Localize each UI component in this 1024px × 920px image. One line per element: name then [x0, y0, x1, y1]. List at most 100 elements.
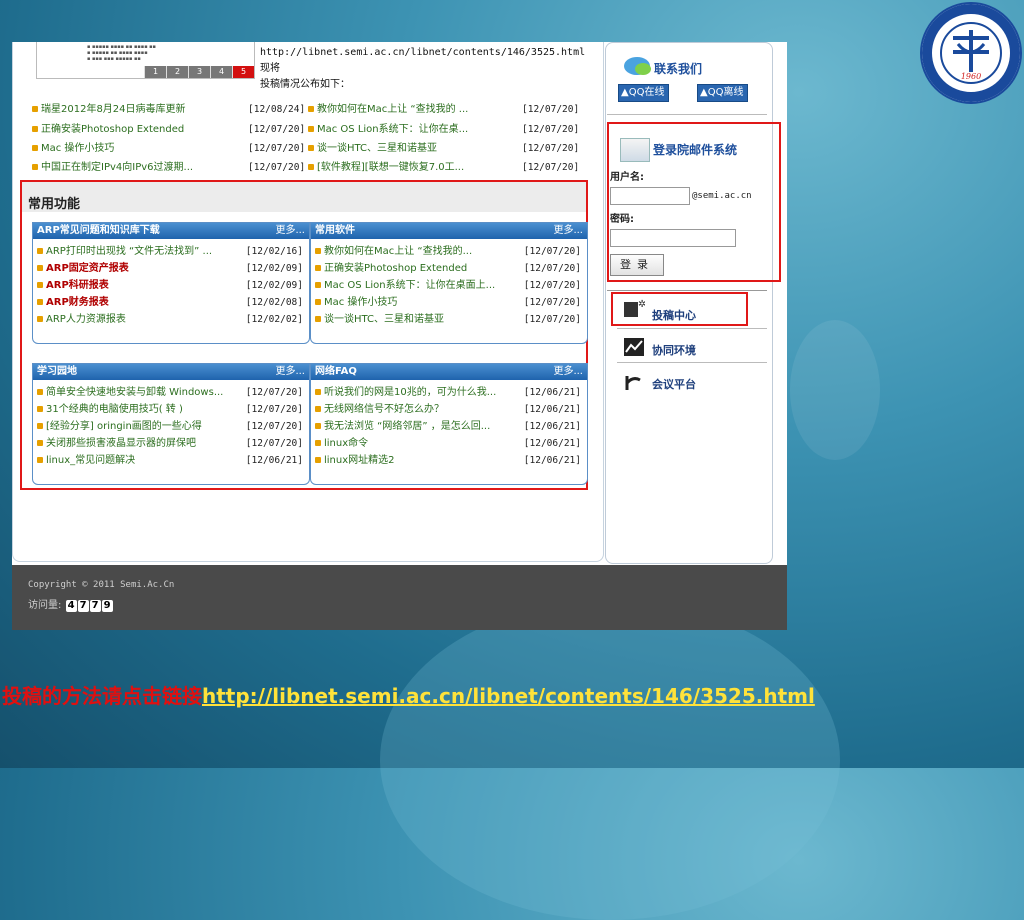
list-item[interactable]: ARP财务报表 [12/02/08]	[33, 294, 309, 311]
list-item[interactable]: linux网址精选2 [12/06/21]	[311, 452, 587, 469]
divider	[607, 114, 767, 115]
thumbnail-pager: 1 2 3 4 5	[144, 66, 254, 78]
svg-text:✲: ✲	[638, 299, 645, 310]
password-label: 密码:	[610, 214, 634, 225]
domain-suffix: @semi.ac.cn	[692, 191, 752, 201]
panel-title: ARP常见问题和知识库下载	[37, 225, 160, 236]
news-date: [12/07/20]	[248, 143, 306, 154]
pager-page-1[interactable]: 1	[144, 66, 166, 78]
website-screenshot: ▪ ▪▪▪▪▪ ▪▪▪▪ ▪▪ ▪▪▪▪ ▪▪ ▪ ▪▪▪▪▪ ▪▪ ▪▪▪▪ ▪…	[12, 42, 787, 630]
qq-icon: ▲	[621, 87, 629, 98]
mail-icon	[620, 138, 650, 162]
list-item[interactable]: ARP固定资产报表 [12/02/09]	[33, 260, 309, 277]
news-link[interactable]: 教你如何在Mac上让 “查找我的 ...	[308, 101, 508, 119]
panel-title: 网络FAQ	[315, 366, 357, 377]
list-item[interactable]: 我无法浏览 “网络邻居” ，是怎么回... [12/06/21]	[311, 418, 587, 435]
panel-header: 学习园地 更多...	[33, 364, 309, 380]
counter-digit: 9	[101, 600, 113, 612]
list-item[interactable]: ARP科研报表 [12/02/09]	[33, 277, 309, 294]
news-row: 正确安装Photoshop Extended [12/07/20] Mac OS…	[32, 121, 592, 139]
panel-header: 网络FAQ 更多...	[311, 364, 587, 380]
login-button[interactable]: 登录	[610, 254, 664, 276]
top-url-line[interactable]: http://libnet.semi.ac.cn/libnet/contents…	[260, 45, 590, 77]
thumbnail-text: ▪ ▪▪▪▪▪ ▪▪▪▪ ▪▪ ▪▪▪▪ ▪▪ ▪ ▪▪▪▪▪ ▪▪ ▪▪▪▪ ▪…	[87, 44, 156, 62]
panel-common-software: 常用软件 更多... 教你如何在Mac上让 “查找我的... [12/07/20] …	[310, 222, 588, 344]
list-item[interactable]: 无线网络信号不好怎么办？ [12/06/21]	[311, 401, 587, 418]
panel-header: ARP常见问题和知识库下载 更多...	[33, 223, 309, 239]
pager-page-4[interactable]: 4	[210, 66, 232, 78]
background-highlight	[790, 320, 880, 460]
news-link[interactable]: 瑞星2012年8月24日病毒库更新	[32, 101, 242, 119]
news-link[interactable]: 中国正在制定IPv4向IPv6过渡期...	[32, 159, 242, 177]
counter-digit: 7	[89, 600, 101, 612]
list-item[interactable]: 谈一谈HTC、三星和诺基亚 [12/07/20]	[311, 311, 587, 328]
news-date: [12/08/24]	[248, 104, 306, 115]
more-link[interactable]: 更多...	[275, 364, 305, 380]
copyright-text: Copyright © 2011 Semi.Ac.Cn	[28, 580, 175, 590]
news-date: [12/07/20]	[248, 124, 306, 135]
more-link[interactable]: 更多...	[275, 223, 305, 239]
top-article-text: http://libnet.semi.ac.cn/libnet/contents…	[260, 45, 590, 93]
news-link[interactable]: 谈一谈HTC、三星和诺基亚	[308, 140, 508, 158]
news-link[interactable]: [软件教程][联想一键恢复7.0工...	[308, 159, 508, 177]
chat-bubble-icon	[624, 57, 651, 75]
username-input[interactable]	[610, 187, 690, 205]
institute-logo: 1960	[920, 2, 1022, 104]
pager-page-2[interactable]: 2	[166, 66, 188, 78]
background-circle	[380, 600, 840, 920]
list-item[interactable]: 简单安全快速地安装与卸载 Windows... [12/07/20]	[33, 384, 309, 401]
news-date: [12/07/20]	[522, 143, 580, 154]
news-link[interactable]: Mac 操作小技巧	[32, 140, 242, 158]
pager-page-5[interactable]: 5	[232, 66, 254, 78]
news-link[interactable]: 正确安装Photoshop Extended	[32, 121, 242, 139]
list-item[interactable]: ARP打印时出现找 “文件无法找到” ... [12/02/16]	[33, 243, 309, 260]
list-item[interactable]: 关闭那些损害液晶显示器的屏保吧 [12/07/20]	[33, 435, 309, 452]
qq-online-button[interactable]: ▲QQ在线	[618, 84, 670, 102]
panel-header: 常用软件 更多...	[311, 223, 587, 239]
news-row: 中国正在制定IPv4向IPv6过渡期... [12/07/20] [软件教程][…	[32, 159, 592, 177]
contact-title: 联系我们	[654, 62, 703, 76]
list-item[interactable]: linux命令 [12/06/21]	[311, 435, 587, 452]
more-link[interactable]: 更多...	[553, 364, 583, 380]
news-row: 瑞星2012年8月24日病毒库更新 [12/08/24] 教你如何在Mac上让 …	[32, 101, 592, 119]
list-item[interactable]: 听说我们的网是10兆的，可为什么我... [12/06/21]	[311, 384, 587, 401]
list-item[interactable]: 正确安装Photoshop Extended [12/07/20]	[311, 260, 587, 277]
list-item[interactable]: 教你如何在Mac上让 “查找我的... [12/07/20]	[311, 243, 587, 260]
top-desc-line: 投稿情况公布如下：	[260, 79, 350, 90]
news-row: Mac 操作小技巧 [12/07/20] 谈一谈HTC、三星和诺基亚 [12/0…	[32, 140, 592, 158]
divider	[607, 290, 767, 291]
panel-network-faq: 网络FAQ 更多... 听说我们的网是10兆的，可为什么我... [12/06/21…	[310, 363, 588, 485]
list-item[interactable]: linux_常见问题解决 [12/06/21]	[33, 452, 309, 469]
bottom-caption: 投稿的方法请点击链接http://libnet.semi.ac.cn/libne…	[2, 680, 815, 709]
counter-digit: 7	[77, 600, 89, 612]
more-link[interactable]: 更多...	[553, 223, 583, 239]
news-date: [12/07/20]	[522, 162, 580, 173]
list-item[interactable]: Mac 操作小技巧 [12/07/20]	[311, 294, 587, 311]
news-date: [12/07/20]	[522, 124, 580, 135]
visit-counter: 访问量: 4779	[28, 596, 113, 612]
caption-link[interactable]: http://libnet.semi.ac.cn/libnet/contents…	[202, 684, 815, 708]
news-link[interactable]: Mac OS Lion系统下：让你在桌...	[308, 121, 508, 139]
meeting-icon	[625, 376, 641, 390]
list-item[interactable]: 31个经典的电脑使用技巧( 转 ) [12/07/20]	[33, 401, 309, 418]
password-input[interactable]	[610, 229, 736, 247]
qq-offline-button[interactable]: ▲QQ离线	[697, 84, 749, 102]
panel-title: 学习园地	[37, 366, 77, 377]
collaboration-icon	[624, 338, 644, 356]
list-item[interactable]: [经验分享] oringin画图的一些心得 [12/07/20]	[33, 418, 309, 435]
submit-icon: ✲	[624, 299, 645, 317]
nav-meeting-platform[interactable]: 会议平台	[652, 376, 696, 392]
panel-arp: ARP常见问题和知识库下载 更多... ARP打印时出现找 “文件无法找到” ..…	[32, 222, 310, 344]
site-footer	[12, 565, 787, 630]
nav-collaboration[interactable]: 协同环境	[652, 342, 696, 358]
list-item[interactable]: ARP人力资源报表 [12/02/02]	[33, 311, 309, 328]
pager-page-3[interactable]: 3	[188, 66, 210, 78]
divider	[617, 362, 767, 363]
list-item[interactable]: Mac OS Lion系统下：让你在桌面上... [12/07/20]	[311, 277, 587, 294]
visits-label: 访问量:	[28, 600, 62, 611]
mail-login-title: 登录院邮件系统	[653, 143, 738, 157]
caption-prefix: 投稿的方法请点击链接	[2, 684, 202, 708]
panel-title: 常用软件	[315, 225, 355, 236]
qq-icon: ▲	[700, 87, 708, 98]
nav-submit-center[interactable]: 投稿中心	[652, 307, 696, 323]
